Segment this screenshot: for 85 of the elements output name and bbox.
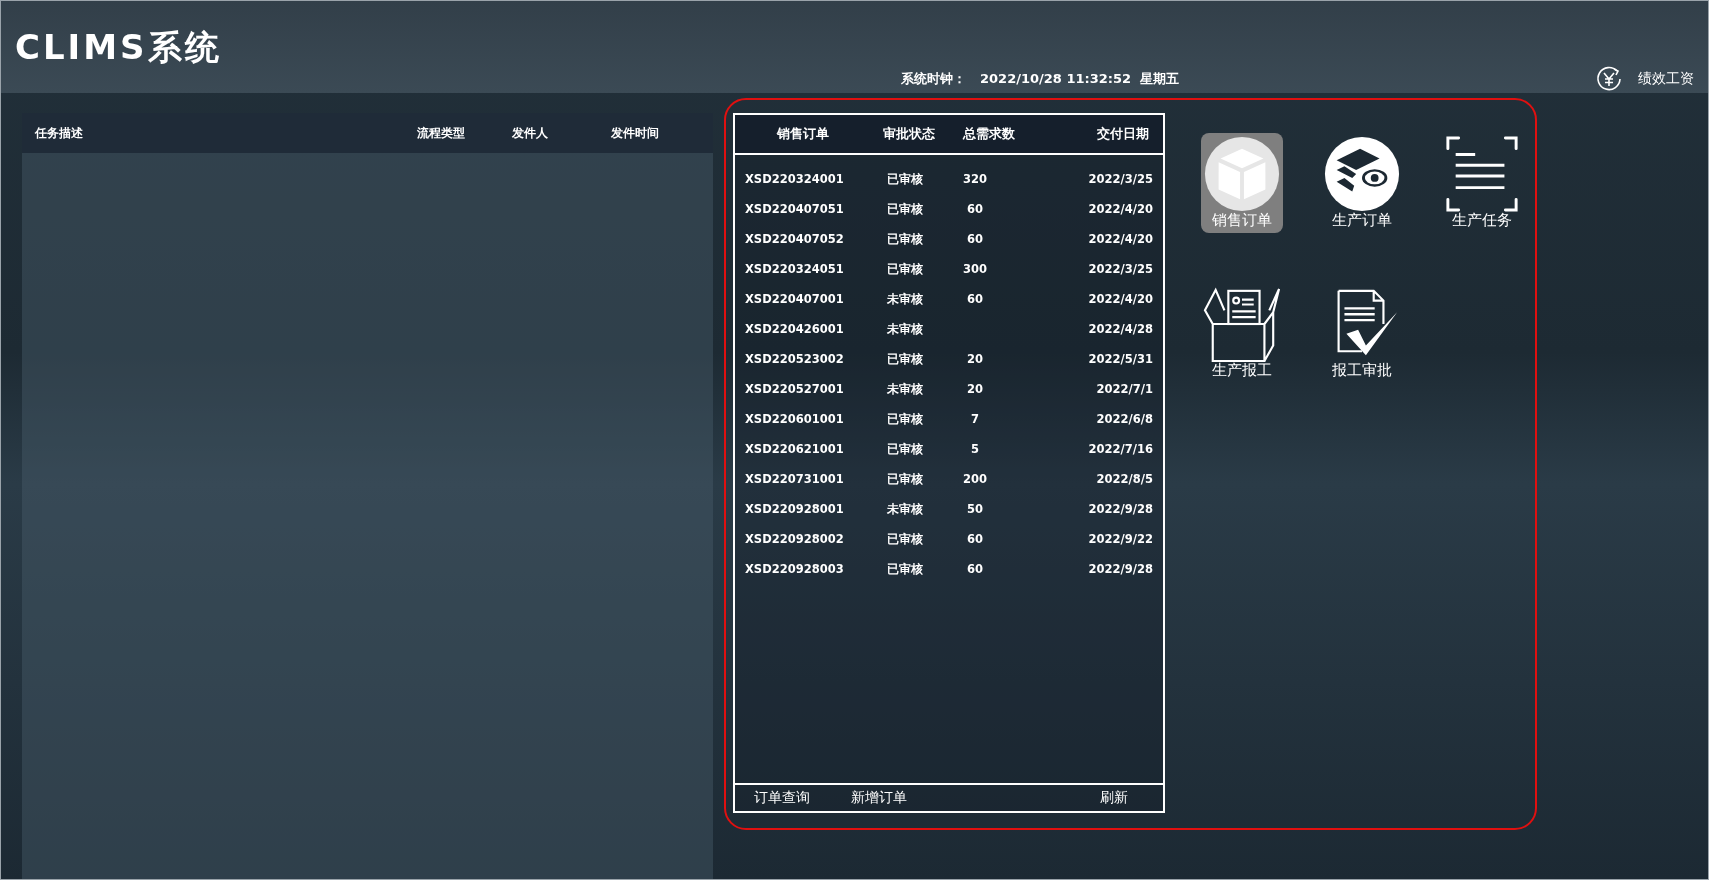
app-label: 生产任务 — [1452, 211, 1512, 230]
app-tile[interactable]: 销售订单 — [1201, 133, 1283, 233]
layers-eye-icon — [1323, 135, 1401, 213]
table-cell-text: 已审核 — [886, 411, 924, 427]
app-label: 销售订单 — [1212, 211, 1272, 230]
table-cell-text: 已审核 — [886, 171, 924, 187]
table-cell-text: 320 — [962, 172, 988, 186]
column-header: 交付日期 — [1096, 125, 1150, 143]
table-cell-text: 已审核 — [886, 561, 924, 577]
table-cell-text: 60 — [966, 532, 984, 546]
open-box-icon — [1203, 285, 1281, 363]
table-cell-text: 7 — [970, 412, 980, 426]
table-cell-text: 60 — [966, 232, 984, 246]
table-cell-text: 2022/7/1 — [1095, 382, 1153, 396]
app-label: 报工审批 — [1332, 361, 1392, 380]
table-cell-text: XSD220426001 — [745, 322, 845, 336]
table-cell-text: 2022/9/28 — [1087, 502, 1153, 516]
table-cell-text: XSD220523002 — [745, 352, 845, 366]
table-cell-text: 未审核 — [886, 501, 924, 517]
clock-value: 2022/10/28 11:32:52 星期五 — [980, 70, 1180, 88]
table-cell-text: 200 — [962, 472, 988, 486]
app-label: 生产订单 — [1332, 211, 1392, 230]
column-header: 审批状态 — [882, 125, 936, 143]
table-cell-text: XSD220928003 — [745, 562, 845, 576]
footer-button[interactable]: 订单查询 — [754, 789, 810, 807]
table-cell-text: 已审核 — [886, 261, 924, 277]
table-cell-text: XSD220928002 — [745, 532, 845, 546]
table-cell-text: 60 — [966, 562, 984, 576]
app-tile[interactable]: 生产订单 — [1321, 133, 1403, 233]
clock-label: 系统时钟： — [901, 70, 966, 88]
table-cell-text: 已审核 — [886, 201, 924, 217]
table-cell-text: 2022/5/31 — [1087, 352, 1153, 366]
table-cell-text: 2022/4/28 — [1087, 322, 1153, 336]
table-cell-text: 已审核 — [886, 531, 924, 547]
table-cell-text: 已审核 — [886, 231, 924, 247]
salary-link[interactable]: 绩效工资 — [1638, 70, 1694, 88]
app-label: 生产报工 — [1212, 361, 1272, 380]
app-tile[interactable]: 生产报工 — [1201, 283, 1283, 383]
column-header: 总需求数 — [961, 125, 1016, 143]
column-header: 流程类型 — [417, 124, 465, 142]
table-cell-text: 60 — [966, 292, 984, 306]
table-cell-text: XSD220407051 — [745, 202, 845, 216]
table-cell-text: XSD220731001 — [745, 472, 845, 486]
table-cell-text: 已审核 — [886, 441, 924, 457]
table-cell-text: XSD220407052 — [745, 232, 845, 246]
yen-refresh-icon[interactable] — [1595, 65, 1623, 93]
table-cell-text: 2022/9/22 — [1087, 532, 1153, 546]
app-title: CLIMS系统 — [15, 27, 222, 67]
table-cell-text: XSD220928001 — [745, 502, 845, 516]
table-cell-text: 20 — [966, 352, 984, 366]
table-cell-text: XSD220324001 — [745, 172, 845, 186]
table-cell-text: 2022/4/20 — [1087, 292, 1153, 306]
column-header: 发件时间 — [611, 124, 659, 142]
app-tile[interactable]: 报工审批 — [1321, 283, 1403, 383]
table-cell-text: 2022/4/20 — [1087, 232, 1153, 246]
column-header: 销售订单 — [775, 125, 830, 143]
table-cell-text: 已审核 — [886, 351, 924, 367]
table-cell-text: 2022/8/5 — [1095, 472, 1153, 486]
table-cell-text: 300 — [962, 262, 988, 276]
table-cell-text: XSD220324051 — [745, 262, 845, 276]
table-cell-text: 2022/4/20 — [1087, 202, 1153, 216]
table-cell-text: 未审核 — [886, 291, 924, 307]
document-lines-icon — [1443, 135, 1521, 213]
table-cell-text: 未审核 — [886, 381, 924, 397]
table-cell-text: 50 — [966, 502, 984, 516]
table-cell-text: 2022/3/25 — [1087, 172, 1153, 186]
app-tile[interactable]: 生产任务 — [1441, 133, 1523, 233]
table-cell-text: 20 — [966, 382, 984, 396]
table-cell-text: XSD220407001 — [745, 292, 845, 306]
table-cell-text: XSD220621001 — [745, 442, 845, 456]
table-cell-text: 60 — [966, 202, 984, 216]
column-header: 发件人 — [512, 124, 548, 142]
footer-button[interactable]: 新增订单 — [851, 789, 907, 807]
table-cell-text: 2022/6/8 — [1095, 412, 1153, 426]
table-cell-text: 未审核 — [886, 321, 924, 337]
column-header: 任务描述 — [35, 124, 83, 142]
table-cell-text: 已审核 — [886, 471, 924, 487]
table-cell-text: XSD220601001 — [745, 412, 845, 426]
footer-button[interactable]: 刷新 — [1100, 789, 1128, 807]
table-cell-text: 2022/3/25 — [1087, 262, 1153, 276]
table-cell-text: 2022/7/16 — [1087, 442, 1153, 456]
table-cell-text: 2022/9/28 — [1087, 562, 1153, 576]
table-cell-text: 5 — [970, 442, 980, 456]
cube-icon — [1203, 135, 1281, 213]
table-cell-text: XSD220527001 — [745, 382, 845, 396]
